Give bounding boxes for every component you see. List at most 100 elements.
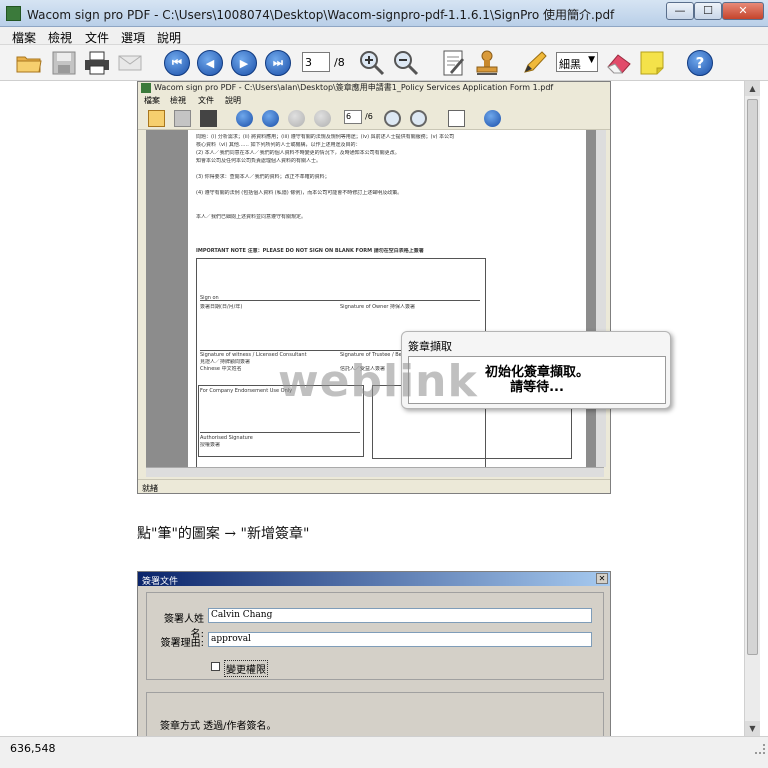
chevron-down-icon: ▼ bbox=[588, 55, 595, 65]
last-page-icon: ⏭ bbox=[265, 50, 291, 76]
vertical-scrollbar[interactable]: ▲ ▼ bbox=[744, 81, 760, 736]
page-number-input[interactable]: 3 bbox=[302, 52, 330, 72]
scroll-down-icon[interactable]: ▼ bbox=[745, 721, 760, 736]
inner-menu-document: 文件 bbox=[198, 96, 214, 105]
inner-document-area: 問題：(i) 分析需求；(ii) 將資料應用；(iii) 遵守有關的法規及規例等… bbox=[146, 130, 604, 468]
close-button[interactable]: ✕ bbox=[722, 2, 764, 20]
menu-options[interactable]: 選項 bbox=[121, 29, 145, 46]
divider bbox=[200, 300, 480, 301]
auth-signature-label: Authorised Signature bbox=[200, 435, 253, 441]
inner-page-number: 6 bbox=[344, 110, 362, 124]
popup-title: 簽章擷取 bbox=[408, 340, 452, 353]
status-bar: 636,548 bbox=[0, 736, 768, 768]
inner-status-text: 就緒 bbox=[138, 479, 610, 493]
zoom-in-icon bbox=[360, 51, 385, 76]
print-button[interactable] bbox=[83, 49, 111, 77]
scrollbar-thumb[interactable] bbox=[747, 99, 758, 655]
menu-file[interactable]: 檔案 bbox=[12, 29, 36, 46]
chinese-name-label: Chinese 中文姓名 bbox=[200, 366, 242, 372]
sign-dialog-close-icon: ✕ bbox=[596, 573, 608, 584]
menu-view[interactable]: 檢視 bbox=[48, 29, 72, 46]
doc-line: (3) 你得要求：查閱本人／我們的資料；改正不準確的資料； bbox=[196, 174, 330, 180]
doc-line: (4) 遵守有關的法例 (包括個人資料 (私隱) 條例)，而本公司可能會不時修訂… bbox=[196, 190, 403, 196]
inner-window-title: Wacom sign pro PDF - C:\Users\alan\Deskt… bbox=[154, 83, 554, 92]
eraser-icon bbox=[607, 54, 631, 74]
sticky-note-icon bbox=[640, 51, 664, 75]
window-title: Wacom sign pro PDF - C:\Users\1008074\De… bbox=[27, 8, 615, 22]
zoom-out-icon bbox=[394, 51, 419, 76]
zoom-out-button[interactable] bbox=[392, 49, 420, 77]
inner-vertical-scrollbar bbox=[596, 130, 606, 467]
inner-title-bar: Wacom sign pro PDF - C:\Users\alan\Deskt… bbox=[138, 82, 610, 94]
inner-next-page-icon bbox=[288, 110, 305, 127]
help-icon: ? bbox=[687, 50, 713, 76]
save-button[interactable] bbox=[50, 49, 78, 77]
zoom-in-button[interactable] bbox=[358, 49, 386, 77]
pen-icon bbox=[524, 51, 547, 73]
sign-document-button[interactable] bbox=[440, 49, 468, 77]
sign-document-icon bbox=[443, 50, 464, 76]
envelope-icon bbox=[118, 55, 142, 71]
signer-name-field: Calvin Chang bbox=[208, 608, 592, 623]
title-bar: Wacom sign pro PDF - C:\Users\1008074\De… bbox=[0, 0, 768, 27]
doc-line: 本人／我們已細閱上述資料並同意遵守有關規定。 bbox=[196, 214, 307, 220]
divider bbox=[200, 432, 360, 433]
save-icon bbox=[52, 51, 76, 75]
inner-sign-icon bbox=[448, 110, 465, 127]
pen-button[interactable] bbox=[520, 49, 548, 77]
first-page-button[interactable]: ⏮ bbox=[163, 49, 191, 77]
cursor-coordinates: 636,548 bbox=[10, 742, 56, 755]
sign-on-label: Sign on bbox=[200, 295, 219, 301]
maximize-button[interactable]: ☐ bbox=[694, 2, 722, 20]
next-page-button[interactable]: ▶ bbox=[230, 49, 258, 77]
help-button[interactable]: ? bbox=[686, 49, 714, 77]
minimize-button[interactable]: — bbox=[666, 2, 694, 20]
toolbar: ⏮ ◀ ▶ ⏭ ? bbox=[0, 45, 768, 81]
inner-app-icon bbox=[141, 83, 151, 93]
open-button[interactable] bbox=[15, 49, 43, 77]
stroke-width-value: 細黑 bbox=[559, 58, 581, 71]
last-page-button[interactable]: ⏭ bbox=[264, 49, 292, 77]
note-button[interactable] bbox=[638, 49, 666, 77]
stamp-button[interactable] bbox=[473, 49, 501, 77]
menu-document[interactable]: 文件 bbox=[85, 29, 109, 46]
inner-menu-bar: 檔案 檢視 文件 說明 bbox=[138, 94, 610, 106]
inner-horizontal-scrollbar bbox=[146, 467, 604, 477]
stamp-icon bbox=[476, 50, 498, 75]
date-label: 簽署日期(日/月/年) bbox=[200, 304, 243, 310]
auth-signature-label-cn: 授權簽署 bbox=[200, 442, 221, 448]
eraser-button[interactable] bbox=[605, 49, 633, 77]
change-permission-checkbox bbox=[211, 662, 220, 671]
menu-help[interactable]: 說明 bbox=[157, 29, 181, 46]
folder-open-icon bbox=[16, 56, 42, 73]
embedded-screenshot-main: Wacom sign pro PDF - C:\Users\alan\Deskt… bbox=[137, 81, 611, 494]
inner-toolbar bbox=[138, 106, 610, 130]
doc-line: (2) 本人／我們同意在本人／我們的個人資料不時變更的情況下，及時通知本公司有關… bbox=[196, 150, 400, 156]
inner-page-total: /6 bbox=[365, 112, 373, 121]
inner-zoom-out-icon bbox=[410, 110, 427, 127]
doc-line: 核心資料（vi) 其他…… 如下列所列的人士或機構，以作上述用途及目的： bbox=[196, 142, 361, 148]
inner-menu-file: 檔案 bbox=[144, 96, 160, 105]
email-button[interactable] bbox=[116, 49, 144, 77]
menu-bar: 檔案 檢視 文件 選項 說明 bbox=[0, 27, 768, 45]
prev-page-button[interactable]: ◀ bbox=[196, 49, 224, 77]
form-page: 問題：(i) 分析需求；(ii) 將資料應用；(iii) 遵守有關的法規及規例等… bbox=[188, 130, 586, 468]
inner-first-page-icon bbox=[236, 110, 253, 127]
inner-menu-help: 說明 bbox=[225, 96, 241, 105]
inner-zoom-in-icon bbox=[384, 110, 401, 127]
important-note: IMPORTANT NOTE 注意：PLEASE DO NOT SIGN ON … bbox=[196, 248, 424, 254]
watermark-logo: weblink bbox=[278, 356, 478, 407]
first-page-icon: ⏮ bbox=[164, 50, 190, 76]
sign-reason-field: approval bbox=[208, 632, 592, 647]
inner-last-page-icon bbox=[314, 110, 331, 127]
next-page-icon: ▶ bbox=[231, 50, 257, 76]
app-logo-icon bbox=[6, 6, 21, 21]
stroke-width-select[interactable]: 細黑 ▼ bbox=[556, 52, 598, 72]
resize-grip-icon[interactable] bbox=[755, 744, 765, 754]
sign-method-label: 簽章方式 透過/作者簽名。 bbox=[160, 721, 277, 732]
inner-menu-view: 檢視 bbox=[170, 96, 186, 105]
document-view[interactable]: Wacom sign pro PDF - C:\Users\alan\Deskt… bbox=[0, 81, 744, 736]
instruction-caption: 點"筆"的圖案 → "新增簽章" bbox=[137, 526, 310, 542]
scroll-up-icon[interactable]: ▲ bbox=[745, 81, 760, 96]
app-window: Wacom sign pro PDF - C:\Users\1008074\De… bbox=[0, 0, 768, 768]
